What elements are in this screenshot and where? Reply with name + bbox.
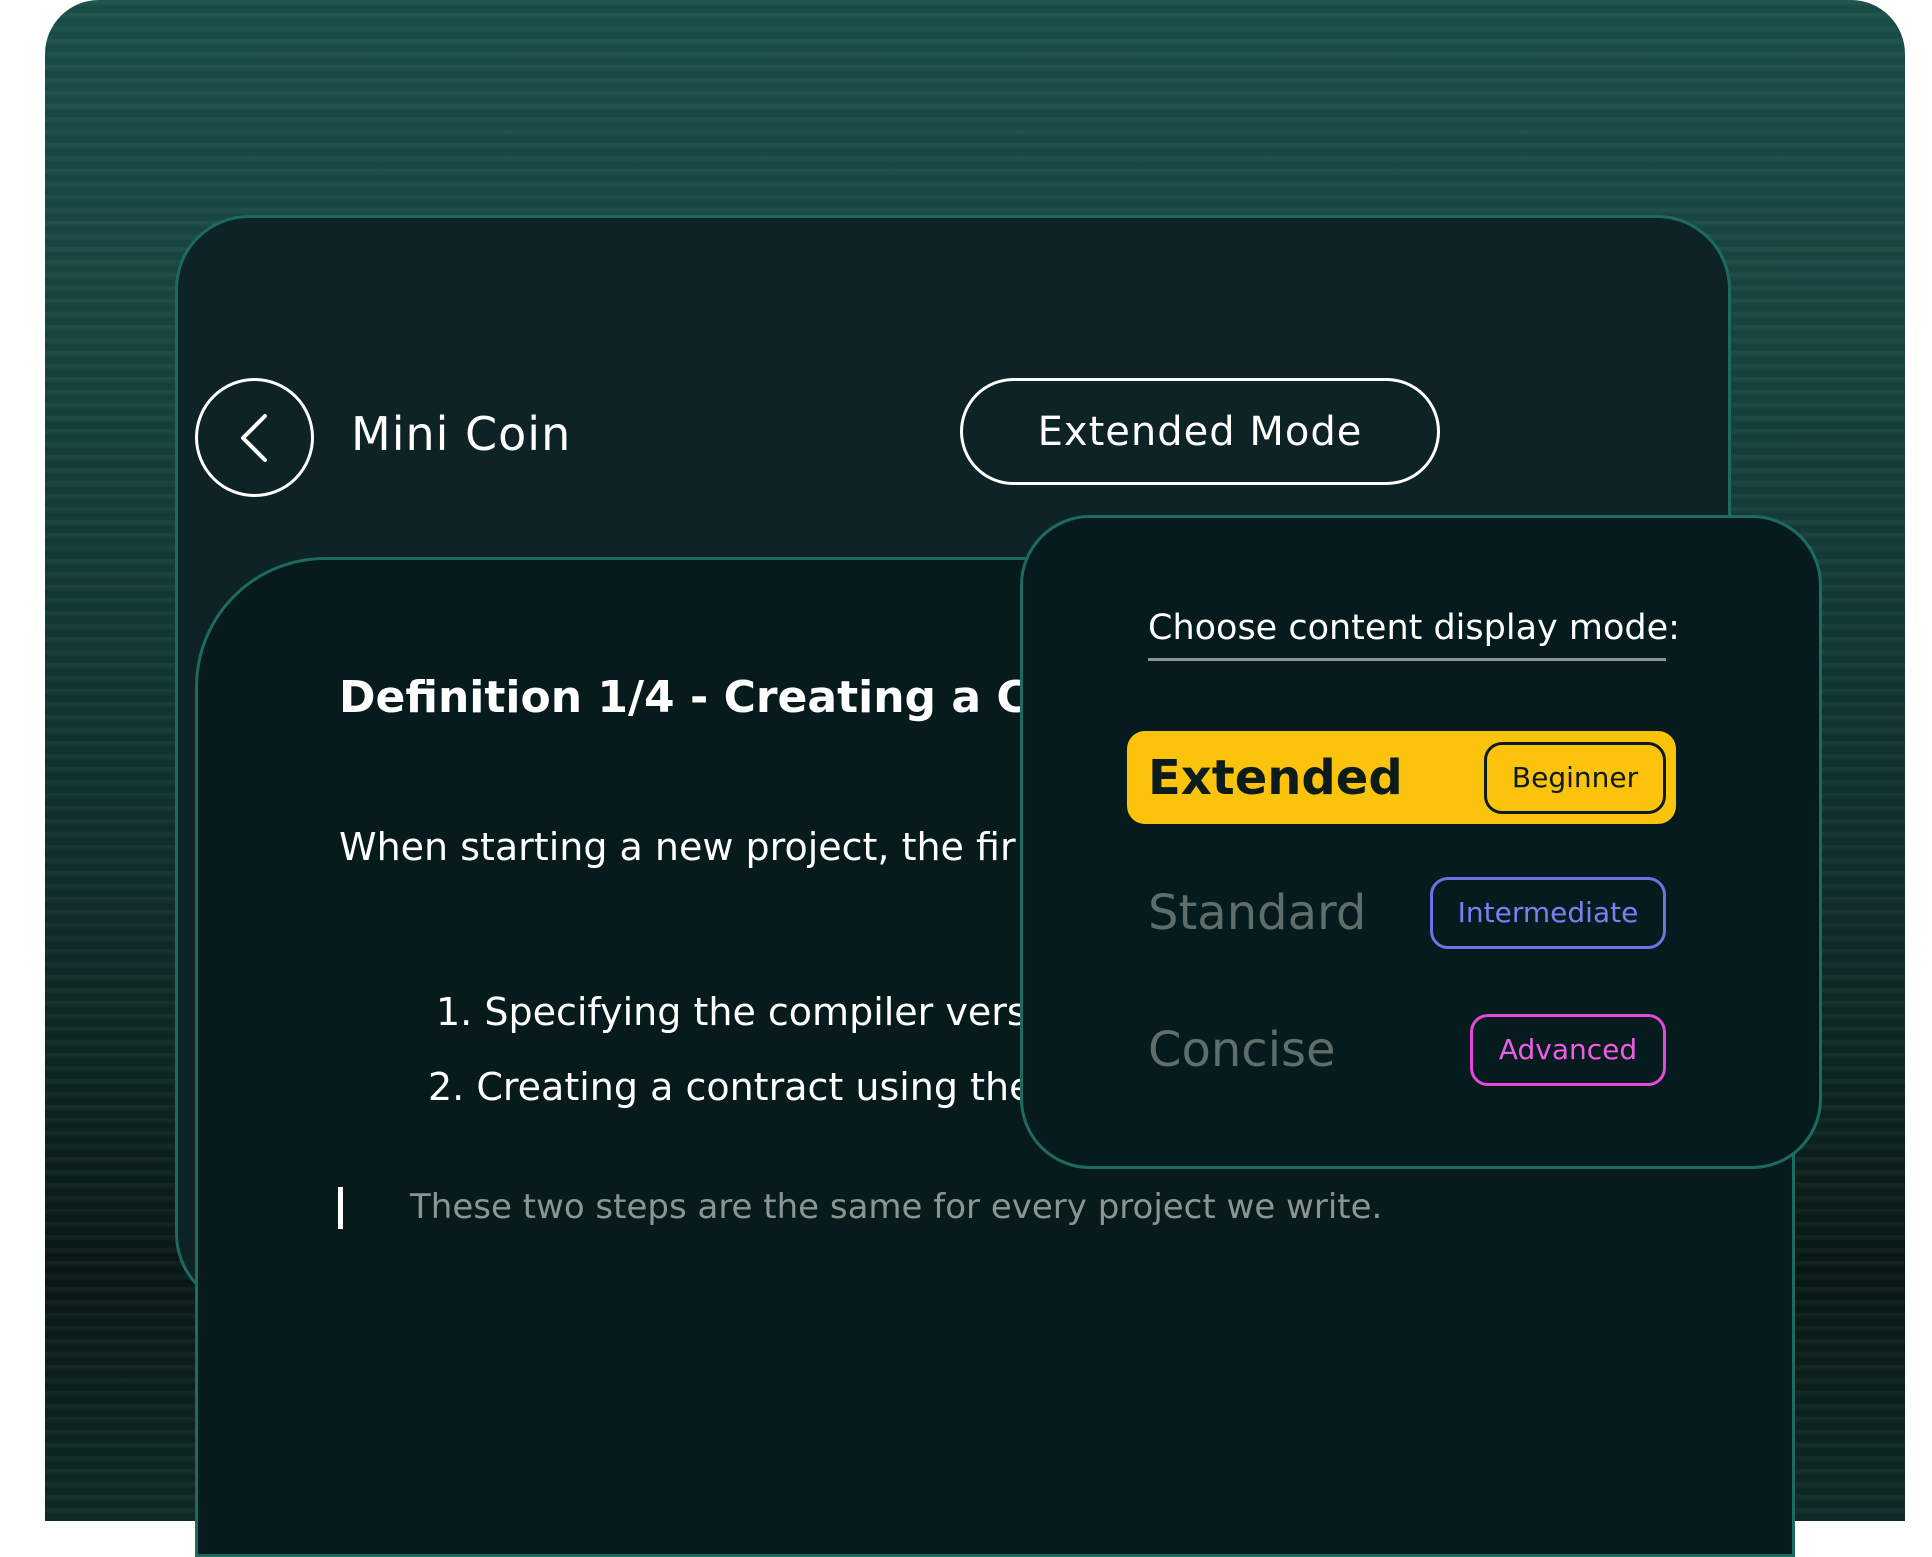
list-item-number: 2. bbox=[428, 1065, 465, 1109]
level-badge-beginner: Beginner bbox=[1484, 741, 1666, 814]
quote-bar bbox=[338, 1187, 343, 1229]
back-button[interactable] bbox=[195, 378, 314, 497]
list-item-text: Creating a contract using the bbox=[476, 1065, 1033, 1109]
mode-option-label: Extended bbox=[1148, 749, 1403, 806]
definition-title: Definition 1/4 - Creating a Cor bbox=[339, 672, 1081, 723]
page-title: Mini Coin bbox=[351, 407, 572, 461]
quote-text: These two steps are the same for every p… bbox=[410, 1187, 1383, 1227]
level-badge-advanced: Advanced bbox=[1470, 1013, 1666, 1086]
mode-option-label: Concise bbox=[1148, 1021, 1336, 1078]
mode-option-extended[interactable]: Extended Beginner bbox=[1127, 731, 1676, 824]
chevron-left-icon bbox=[240, 413, 267, 462]
list-item-text: Specifying the compiler vers bbox=[484, 990, 1027, 1034]
mode-option-label: Standard bbox=[1148, 884, 1367, 941]
mode-option-concise[interactable]: Concise Advanced bbox=[1127, 1003, 1676, 1096]
extended-mode-button[interactable]: Extended Mode bbox=[960, 378, 1440, 485]
list-item-number: 1. bbox=[436, 990, 473, 1034]
mode-option-standard[interactable]: Standard Intermediate bbox=[1127, 866, 1676, 959]
level-badge-intermediate: Intermediate bbox=[1430, 876, 1666, 949]
list-item: 2. Creating a contract using the bbox=[428, 1065, 1032, 1109]
popup-heading: Choose content display mode: bbox=[1148, 608, 1680, 661]
list-item: 1. Specifying the compiler vers bbox=[436, 990, 1027, 1034]
